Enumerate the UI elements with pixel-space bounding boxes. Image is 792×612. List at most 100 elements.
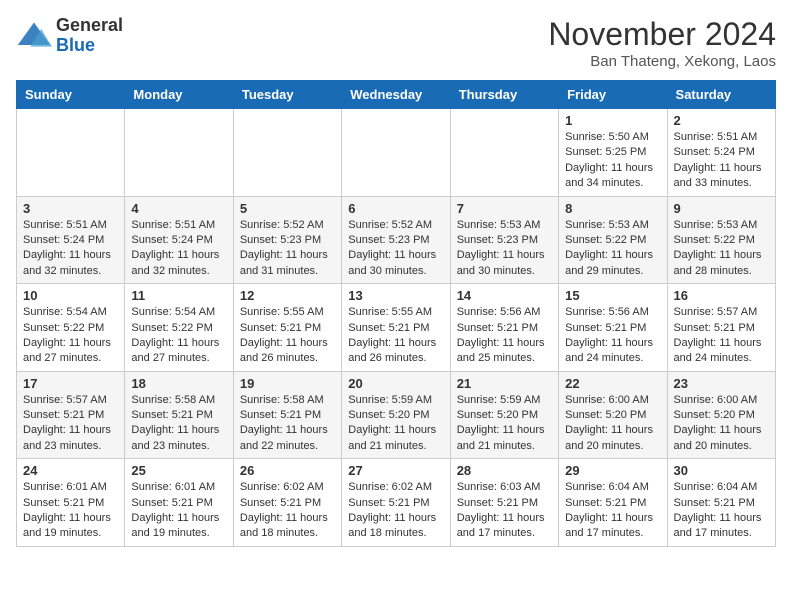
day-info: Daylight: 11 hours and 33 minutes.	[674, 161, 769, 192]
day-info: Daylight: 11 hours and 30 minutes.	[457, 248, 552, 279]
day-number: 13	[348, 288, 443, 303]
calendar-cell: 5Sunrise: 5:52 AMSunset: 5:23 PMDaylight…	[233, 196, 341, 284]
calendar-cell: 11 Sunrise: 5:54 AMSunset: 5:22 PMDayligh…	[125, 284, 233, 372]
day-number: 22	[565, 376, 660, 391]
calendar-cell: 16Sunrise: 5:57 AMSunset: 5:21 PMDayligh…	[667, 284, 775, 372]
day-info: Sunrise: 6:00 AM	[565, 393, 660, 408]
day-number: 30	[674, 463, 769, 478]
calendar-cell: 3Sunrise: 5:51 AMSunset: 5:24 PMDaylight…	[17, 196, 125, 284]
day-number: 5	[240, 201, 335, 216]
day-info: Sunset: 5:21 PM	[348, 496, 443, 511]
day-number: 26	[240, 463, 335, 478]
logo-blue: Blue	[56, 35, 95, 55]
calendar-cell: 28Sunrise: 6:03 AMSunset: 5:21 PMDayligh…	[450, 459, 558, 547]
day-info: Sunset: 5:21 PM	[348, 321, 443, 336]
logo-text: General Blue	[56, 16, 123, 56]
day-info: Sunrise: 5:57 AM	[674, 305, 769, 320]
location: Ban Thateng, Xekong, Laos	[548, 53, 776, 70]
calendar-cell	[17, 109, 125, 197]
calendar-cell: 12Sunrise: 5:55 AMSunset: 5:21 PMDayligh…	[233, 284, 341, 372]
calendar-cell: 17 Sunrise: 5:57 AMSunset: 5:21 PMDayligh…	[17, 371, 125, 459]
day-info: Sunrise: 5:56 AM	[457, 305, 552, 320]
calendar-cell: 22Sunrise: 6:00 AMSunset: 5:20 PMDayligh…	[559, 371, 667, 459]
day-info: Sunrise: 5:58 AM	[240, 393, 335, 408]
day-info: Daylight: 11 hours and 31 minutes.	[240, 248, 335, 279]
day-info: Daylight: 11 hours and 27 minutes.	[23, 336, 118, 367]
calendar-cell	[450, 109, 558, 197]
day-of-week-header: Friday	[559, 81, 667, 109]
calendar-cell	[233, 109, 341, 197]
day-info: Daylight: 11 hours and 18 minutes.	[240, 511, 335, 542]
day-number: 17	[23, 376, 118, 391]
day-info: Daylight: 11 hours and 26 minutes.	[240, 336, 335, 367]
day-info: Sunset: 5:21 PM	[23, 408, 118, 423]
calendar-week-row: 17Sunrise: 5:57 AMSunset: 5:21 PMDayligh…	[17, 371, 776, 459]
day-info: Sunset: 5:23 PM	[348, 233, 443, 248]
calendar-week-row: 3Sunrise: 5:51 AMSunset: 5:24 PMDaylight…	[17, 196, 776, 284]
calendar-cell: 1Sunrise: 5:50 AMSunset: 5:25 PMDaylight…	[559, 109, 667, 197]
day-info: Daylight: 11 hours and 19 minutes.	[23, 511, 118, 542]
calendar-cell: 2Sunrise: 5:51 AMSunset: 5:24 PMDaylight…	[667, 109, 775, 197]
day-info: Daylight: 11 hours and 24 minutes.	[674, 336, 769, 367]
day-info: Sunrise: 5:55 AM	[348, 305, 443, 320]
calendar-cell: 10Sunrise: 5:54 AMSunset: 5:22 PMDayligh…	[17, 284, 125, 372]
day-info: Sunset: 5:21 PM	[457, 496, 552, 511]
calendar-cell: 21Sunrise: 5:59 AMSunset: 5:20 PMDayligh…	[450, 371, 558, 459]
day-info: Daylight: 11 hours and 28 minutes.	[674, 248, 769, 279]
day-of-week-header: Tuesday	[233, 81, 341, 109]
day-info: Daylight: 11 hours and 34 minutes.	[565, 161, 660, 192]
calendar-cell: 15Sunrise: 5:56 AMSunset: 5:21 PMDayligh…	[559, 284, 667, 372]
day-number: 3	[23, 201, 118, 216]
day-number: 11	[131, 288, 226, 303]
day-info: Sunrise: 5:55 AM	[240, 305, 335, 320]
day-info: Daylight: 11 hours and 25 minutes.	[457, 336, 552, 367]
calendar-cell: 18Sunrise: 5:58 AMSunset: 5:21 PMDayligh…	[125, 371, 233, 459]
calendar-table: SundayMondayTuesdayWednesdayThursdayFrid…	[16, 80, 776, 547]
day-info: Sunrise: 5:58 AM	[131, 393, 226, 408]
day-info: Daylight: 11 hours and 23 minutes.	[23, 423, 118, 454]
calendar-cell: 24Sunrise: 6:01 AMSunset: 5:21 PMDayligh…	[17, 459, 125, 547]
day-info: Sunset: 5:22 PM	[565, 233, 660, 248]
calendar-cell: 7Sunrise: 5:53 AMSunset: 5:23 PMDaylight…	[450, 196, 558, 284]
day-info: Sunset: 5:20 PM	[348, 408, 443, 423]
day-info: Sunrise: 6:02 AM	[348, 480, 443, 495]
title-block: November 2024 Ban Thateng, Xekong, Laos	[548, 16, 776, 70]
day-number: 23	[674, 376, 769, 391]
day-info: Sunrise: 5:50 AM	[565, 130, 660, 145]
day-info: Sunset: 5:25 PM	[565, 145, 660, 160]
day-info: Sunrise: 5:52 AM	[348, 218, 443, 233]
day-info: Daylight: 11 hours and 21 minutes.	[457, 423, 552, 454]
day-info: Sunset: 5:21 PM	[240, 321, 335, 336]
calendar-cell: 27Sunrise: 6:02 AMSunset: 5:21 PMDayligh…	[342, 459, 450, 547]
day-info: Daylight: 11 hours and 22 minutes.	[240, 423, 335, 454]
calendar-cell: 9Sunrise: 5:53 AMSunset: 5:22 PMDaylight…	[667, 196, 775, 284]
day-number: 8	[565, 201, 660, 216]
day-info: Sunset: 5:23 PM	[457, 233, 552, 248]
day-of-week-header: Sunday	[17, 81, 125, 109]
calendar-cell: 23Sunrise: 6:00 AMSunset: 5:20 PMDayligh…	[667, 371, 775, 459]
day-info: Sunrise: 5:54 AM	[131, 305, 226, 320]
day-of-week-header: Thursday	[450, 81, 558, 109]
day-info: Sunset: 5:20 PM	[565, 408, 660, 423]
day-info: Sunset: 5:22 PM	[131, 321, 226, 336]
day-number: 10	[23, 288, 118, 303]
calendar-cell: 20Sunrise: 5:59 AMSunset: 5:20 PMDayligh…	[342, 371, 450, 459]
day-info: Daylight: 11 hours and 27 minutes.	[131, 336, 226, 367]
calendar-cell: 29Sunrise: 6:04 AMSunset: 5:21 PMDayligh…	[559, 459, 667, 547]
day-info: Sunrise: 5:56 AM	[565, 305, 660, 320]
day-number: 28	[457, 463, 552, 478]
calendar-cell: 25Sunrise: 6:01 AMSunset: 5:21 PMDayligh…	[125, 459, 233, 547]
day-number: 6	[348, 201, 443, 216]
day-info: Daylight: 11 hours and 21 minutes.	[348, 423, 443, 454]
day-info: Sunrise: 5:57 AM	[23, 393, 118, 408]
day-of-week-header: Monday	[125, 81, 233, 109]
day-info: Sunrise: 6:04 AM	[565, 480, 660, 495]
day-number: 2	[674, 113, 769, 128]
day-of-week-header: Saturday	[667, 81, 775, 109]
day-number: 20	[348, 376, 443, 391]
day-number: 25	[131, 463, 226, 478]
day-number: 19	[240, 376, 335, 391]
calendar-cell: 8Sunrise: 5:53 AMSunset: 5:22 PMDaylight…	[559, 196, 667, 284]
page-header: General Blue November 2024 Ban Thateng, …	[16, 16, 776, 70]
calendar-cell: 13Sunrise: 5:55 AMSunset: 5:21 PMDayligh…	[342, 284, 450, 372]
